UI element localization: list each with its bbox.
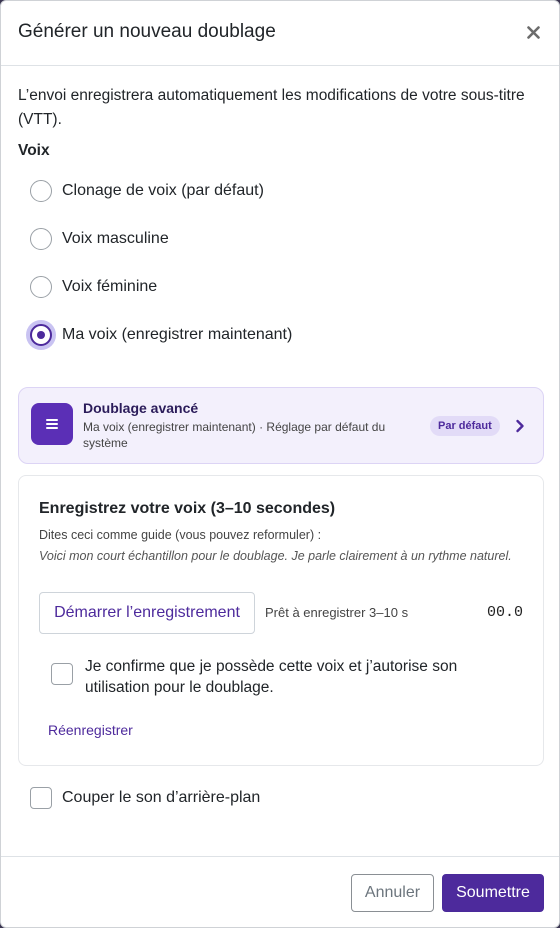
radio-female-voice[interactable]: Voix féminine — [30, 276, 157, 298]
record-status: Prêt à enregistrer 3–10 s — [265, 605, 409, 620]
record-title: Enregistrez votre voix (3–10 secondes) — [39, 500, 336, 517]
radio-button-selected[interactable] — [30, 324, 52, 346]
advanced-subtitle: Ma voix (enregistrer maintenant) · Régla… — [83, 420, 386, 450]
record-quote: Voici mon court échantillon pour le doub… — [39, 549, 512, 563]
radio-label: Voix masculine — [62, 230, 169, 247]
radio-button[interactable] — [30, 180, 52, 202]
submit-button[interactable]: Soumettre — [442, 874, 544, 912]
close-button[interactable] — [521, 18, 545, 46]
confirm-label: Je confirme que je possède cette voix et… — [85, 658, 458, 696]
modal-title: Générer un nouveau doublage — [18, 21, 276, 42]
confirm-ownership-row[interactable]: Je confirme que je possède cette voix et… — [51, 656, 521, 698]
dub-modal: Générer un nouveau doublage L’envoi enre… — [0, 0, 560, 928]
start-recording-button[interactable]: Démarrer l’enregistrement — [39, 592, 255, 634]
mute-background-label: Couper le son d’arrière-plan — [62, 789, 261, 806]
radio-label: Clonage de voix (par défaut) — [62, 182, 264, 199]
modal-footer: Annuler Soumettre — [1, 856, 559, 927]
advanced-title: Doublage avancé — [83, 400, 199, 416]
menu-lines-icon — [31, 403, 73, 445]
radio-voice-cloning[interactable]: Clonage de voix (par défaut) — [30, 180, 264, 202]
voice-section-label: Voix — [18, 142, 50, 159]
radio-button[interactable] — [30, 276, 52, 298]
chevron-right-icon — [516, 419, 524, 433]
intro-text: L’envoi enregistrera automatiquement les… — [18, 87, 525, 128]
mute-background-row[interactable]: Couper le son d’arrière-plan — [30, 787, 260, 809]
record-voice-card: Enregistrez votre voix (3–10 secondes) D… — [18, 475, 544, 766]
radio-male-voice[interactable]: Voix masculine — [30, 228, 169, 250]
mute-background-checkbox[interactable] — [30, 787, 52, 809]
radio-label: Voix féminine — [62, 278, 158, 295]
record-timer: 00.0 — [486, 604, 523, 621]
confirm-checkbox[interactable] — [51, 663, 73, 685]
radio-label: Ma voix (enregistrer maintenant) — [62, 326, 293, 343]
cancel-button[interactable]: Annuler — [351, 874, 434, 912]
close-icon — [526, 25, 540, 39]
default-badge: Par défaut — [430, 416, 500, 436]
advanced-dubbing-card[interactable]: Doublage avancé Ma voix (enregistrer mai… — [18, 387, 544, 464]
modal-header: Générer un nouveau doublage — [1, 1, 559, 66]
radio-button[interactable] — [30, 228, 52, 250]
record-guide: Dites ceci comme guide (vous pouvez refo… — [39, 528, 322, 542]
rerecord-link[interactable]: Réenregistrer — [48, 722, 133, 738]
radio-my-voice[interactable]: Ma voix (enregistrer maintenant) — [30, 324, 292, 346]
